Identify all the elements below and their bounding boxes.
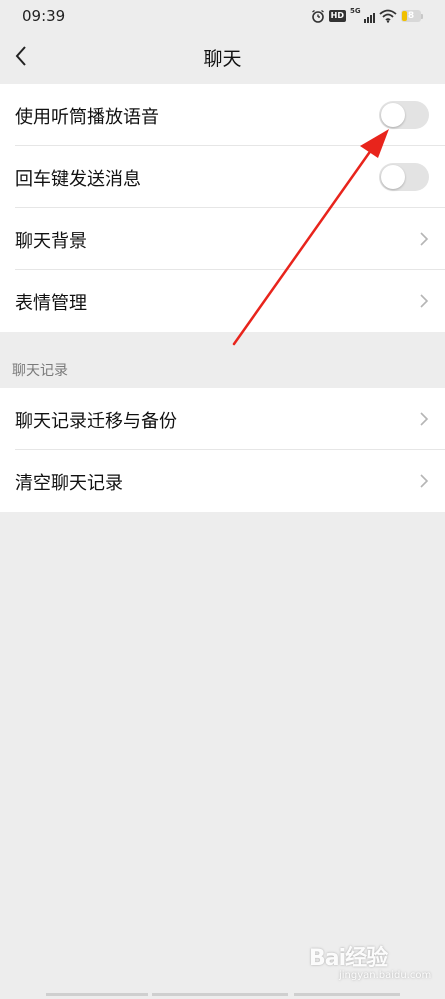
chevron-right-icon	[420, 474, 429, 488]
wifi-icon	[379, 9, 397, 23]
gesture-segment	[46, 993, 148, 996]
row-label: 聊天记录迁移与备份	[15, 411, 177, 432]
alarm-icon	[311, 9, 324, 23]
status-bar: 09:39 HD 5G 8	[0, 0, 445, 32]
toggle-knob	[381, 103, 405, 127]
settings-group: 使用听筒播放语音 回车键发送消息 聊天背景 表情管理	[0, 84, 445, 332]
row-earpiece-voice[interactable]: 使用听筒播放语音	[0, 84, 445, 146]
gesture-segment	[294, 993, 400, 996]
battery-level: 8	[407, 11, 415, 21]
chevron-right-icon	[420, 412, 429, 426]
network-label: 5G	[350, 7, 361, 15]
section-header-chat-history: 聊天记录	[12, 363, 68, 379]
toggle-knob	[381, 165, 405, 189]
hd-icon: HD	[328, 10, 346, 22]
page-title: 聊天	[203, 48, 242, 70]
row-label: 清空聊天记录	[15, 473, 123, 494]
row-clear-history[interactable]: 清空聊天记录	[0, 450, 445, 512]
enter-to-send-toggle[interactable]	[379, 163, 429, 191]
nav-bar: 聊天	[0, 32, 445, 82]
row-migrate-backup[interactable]: 聊天记录迁移与备份	[0, 388, 445, 450]
chevron-right-icon	[420, 232, 429, 246]
bottom-gesture-bar	[0, 993, 445, 996]
chevron-right-icon	[420, 294, 429, 308]
chat-history-group: 聊天记录迁移与备份 清空聊天记录	[0, 388, 445, 512]
row-label: 表情管理	[15, 293, 87, 314]
row-label: 使用听筒播放语音	[15, 107, 159, 128]
row-sticker-management[interactable]: 表情管理	[0, 270, 445, 332]
baidu-watermark: Bai经验 jingyan.baidu.com	[309, 940, 431, 990]
row-label: 聊天背景	[15, 231, 87, 252]
status-time: 09:39	[22, 7, 66, 25]
status-icons: HD 5G 8	[311, 7, 423, 24]
row-enter-to-send[interactable]: 回车键发送消息	[0, 146, 445, 208]
gesture-segment	[152, 993, 288, 996]
battery-icon: 8	[401, 10, 423, 22]
row-label: 回车键发送消息	[15, 169, 141, 190]
watermark-logo: Bai经验	[309, 946, 388, 971]
row-chat-background[interactable]: 聊天背景	[0, 208, 445, 270]
earpiece-voice-toggle[interactable]	[379, 101, 429, 129]
signal-icon: 5G	[350, 7, 375, 23]
watermark-url: jingyan.baidu.com	[339, 970, 432, 981]
